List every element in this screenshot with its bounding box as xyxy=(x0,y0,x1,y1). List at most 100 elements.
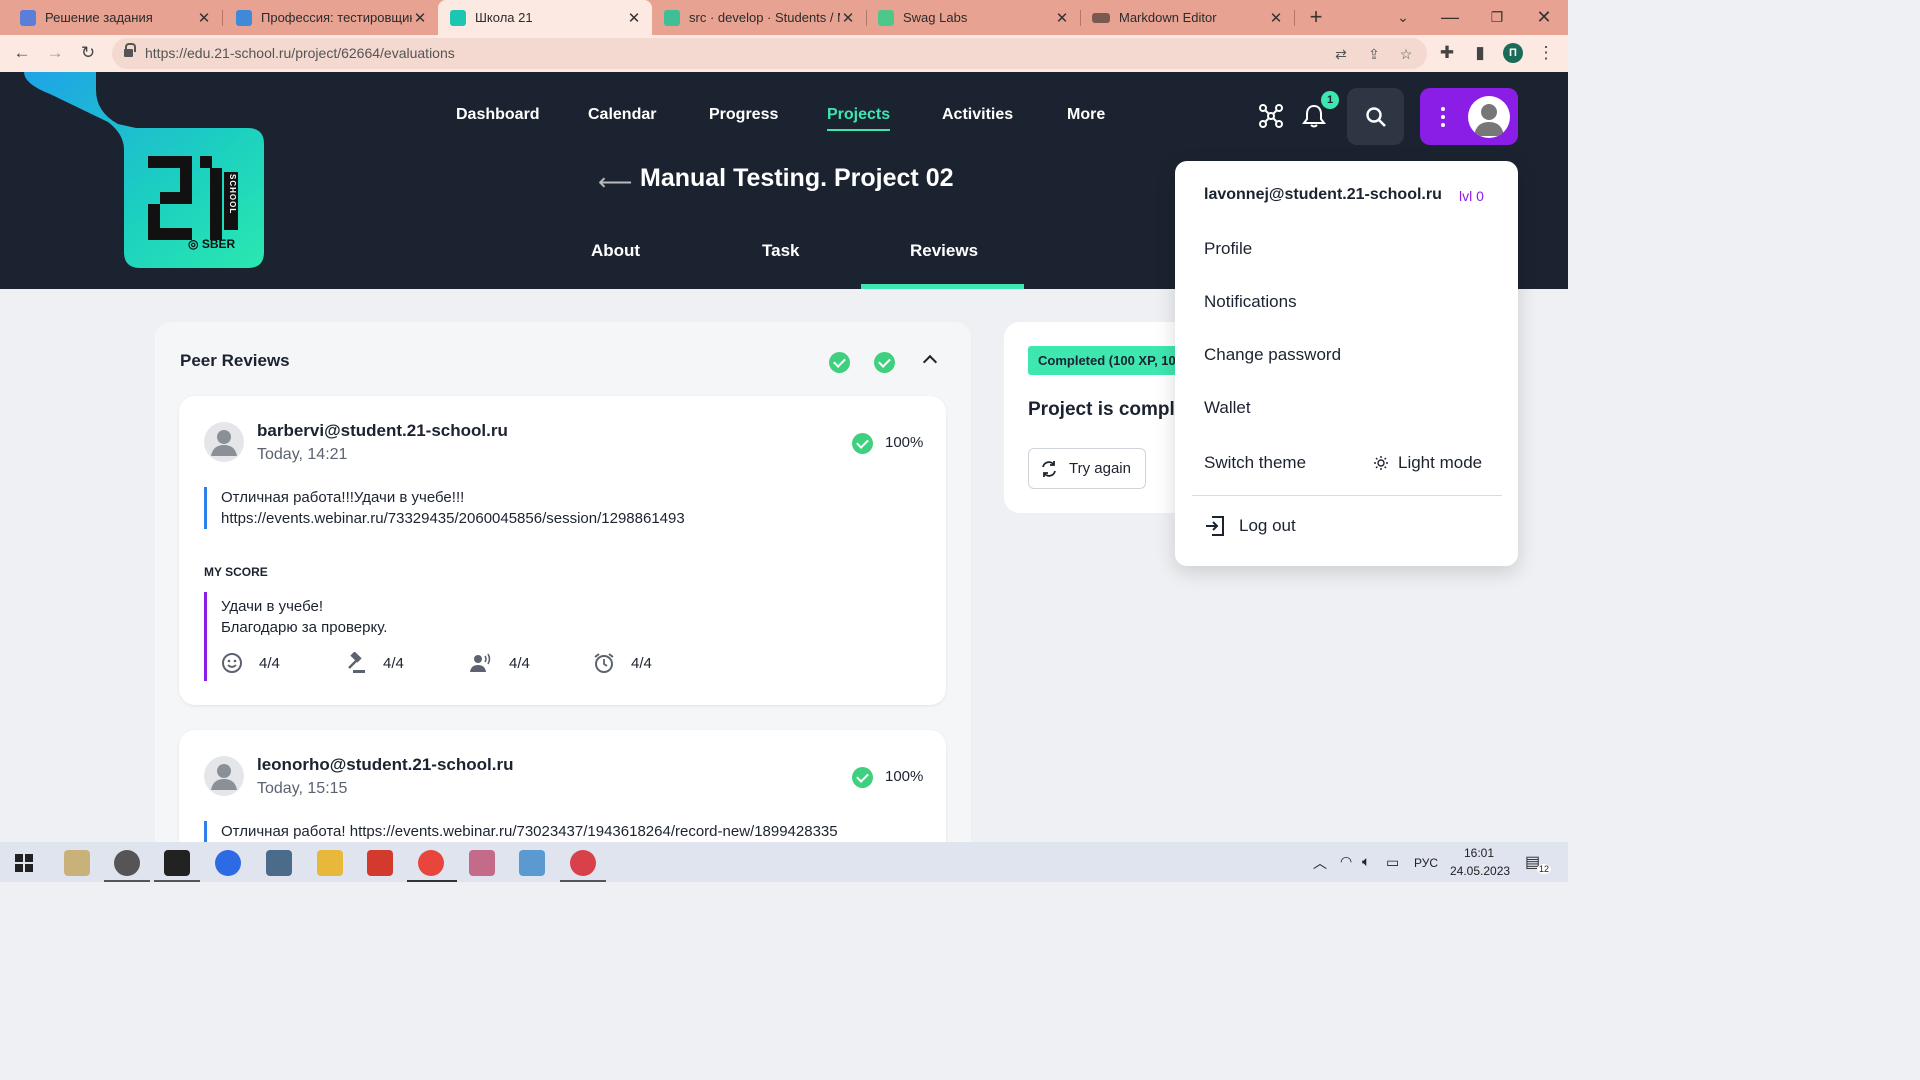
tab-close-icon[interactable]: ✕ xyxy=(196,9,212,27)
review-comment-link[interactable]: https://events.webinar.ru/73329435/20600… xyxy=(221,508,685,529)
tab-close-icon[interactable]: ✕ xyxy=(412,9,428,27)
reviewer-avatar[interactable] xyxy=(204,756,244,796)
close-window-icon[interactable]: ✕ xyxy=(1533,6,1555,28)
logo-school-text: SCHOOL xyxy=(228,174,237,215)
menu-item-notifications[interactable]: Notifications xyxy=(1204,292,1297,312)
browser-tab[interactable]: Профессия: тестировщик ✕ xyxy=(216,0,438,35)
tab-close-icon[interactable]: ✕ xyxy=(626,9,642,27)
tab-close-icon[interactable]: ✕ xyxy=(1054,9,1070,27)
windows-start-icon[interactable] xyxy=(15,854,33,872)
tab-task[interactable]: Task xyxy=(762,241,800,261)
nav-calendar[interactable]: Calendar xyxy=(588,106,656,124)
network-graph-icon[interactable] xyxy=(1258,103,1284,129)
menu-item-change-password[interactable]: Change password xyxy=(1204,345,1341,365)
tab-favicon-icon xyxy=(450,9,466,26)
tab-separator xyxy=(1294,10,1295,26)
tab-close-icon[interactable]: ✕ xyxy=(840,9,856,27)
collapse-chevron-icon[interactable] xyxy=(922,354,938,370)
bookmark-star-icon[interactable]: ☆ xyxy=(1397,45,1415,63)
peer-reviews-title: Peer Reviews xyxy=(180,351,290,370)
address-bar[interactable]: https://edu.21-school.ru/project/62664/e… xyxy=(112,38,1427,69)
reviewer-login[interactable]: barbervi@student.21-school.ru xyxy=(257,421,508,441)
browser-tab[interactable]: src · develop · Students / M ✕ xyxy=(652,0,866,35)
nav-more[interactable]: More xyxy=(1067,106,1105,124)
wps-office-icon[interactable] xyxy=(367,850,393,876)
new-tab-icon[interactable]: + xyxy=(1305,6,1327,28)
completed-badge: Completed (100 XP, 10 xyxy=(1028,346,1186,375)
score-value: 4/4 xyxy=(259,654,280,672)
active-tab-indicator xyxy=(861,284,1024,289)
browser-tab-active[interactable]: Школа 21 ✕ xyxy=(438,0,652,35)
chrome-app-icon[interactable] xyxy=(418,850,444,876)
windows-taskbar: ︿ ◠ 🔈︎ ▭ РУС 16:01 24.05.2023 ▤ 12 xyxy=(0,842,1568,882)
reviewer-login[interactable]: leonorho@student.21-school.ru xyxy=(257,755,513,775)
clock-time[interactable]: 16:01 xyxy=(1464,846,1494,860)
menu-item-profile[interactable]: Profile xyxy=(1204,239,1252,259)
extensions-puzzle-icon[interactable]: ✚ xyxy=(1437,43,1457,63)
nav-activities[interactable]: Activities xyxy=(942,106,1013,124)
keyboard-language[interactable]: РУС xyxy=(1414,856,1438,870)
paint-app-icon[interactable] xyxy=(64,850,90,876)
tab-reviews[interactable]: Reviews xyxy=(910,241,978,261)
menu-user-email: lavonnej@student.21-school.ru xyxy=(1204,186,1442,203)
search-icon xyxy=(1366,107,1386,127)
tab-favicon-icon xyxy=(236,9,252,26)
theme-toggle[interactable]: Light mode xyxy=(1373,453,1482,473)
theme-value: Light mode xyxy=(1398,453,1483,472)
tray-chevron-icon[interactable]: ︿ xyxy=(1313,853,1327,873)
app-icon[interactable] xyxy=(570,850,596,876)
file-explorer-icon[interactable] xyxy=(317,850,343,876)
menu-item-switch-theme[interactable]: Switch theme xyxy=(1204,453,1306,473)
nav-projects[interactable]: Projects xyxy=(827,106,891,131)
nav-progress[interactable]: Progress xyxy=(709,106,778,124)
tab-about[interactable]: About xyxy=(591,241,640,261)
menu-item-wallet[interactable]: Wallet xyxy=(1204,398,1251,418)
terminal-app-icon[interactable] xyxy=(164,850,190,876)
browser-tab[interactable]: Markdown Editor ✕ xyxy=(1080,0,1294,35)
share-icon[interactable]: ⇪ xyxy=(1365,45,1383,63)
user-menu-button[interactable] xyxy=(1420,88,1518,145)
settings-gear-icon[interactable] xyxy=(114,850,140,876)
volume-icon[interactable]: 🔈︎ xyxy=(1362,853,1370,870)
browser-profile-avatar[interactable]: П xyxy=(1503,43,1523,63)
review-comment-line[interactable]: Отличная работа! https://events.webinar.… xyxy=(221,821,838,842)
search-button[interactable] xyxy=(1347,88,1404,145)
browser-menu-icon[interactable]: ⋮ xyxy=(1536,43,1556,63)
zoom-app-icon[interactable] xyxy=(215,850,241,876)
translate-icon[interactable]: ⇄ xyxy=(1332,45,1350,63)
reload-icon[interactable]: ↻ xyxy=(78,43,98,63)
browser-tab[interactable]: Решение задания ✕ xyxy=(0,0,222,35)
battery-icon[interactable]: ▭ xyxy=(1386,854,1399,871)
tab-title: Swag Labs xyxy=(903,10,968,25)
back-icon[interactable]: ← xyxy=(12,43,32,63)
taskbar-active-indicator xyxy=(154,880,200,882)
tab-search-chevron-icon[interactable]: ⌄ xyxy=(1392,6,1414,28)
school-21-logo[interactable]: SCHOOL ◎ SBER xyxy=(20,72,270,272)
avatar-silhouette-icon xyxy=(211,430,237,456)
side-panel-icon[interactable]: ▮ xyxy=(1470,43,1490,63)
calculator-app-icon[interactable] xyxy=(266,850,292,876)
restore-icon[interactable]: ❐ xyxy=(1486,6,1508,28)
minimize-icon[interactable]: — xyxy=(1439,6,1461,28)
try-again-button[interactable]: Try again xyxy=(1028,448,1146,489)
taskbar-active-indicator xyxy=(104,880,150,882)
avatar-silhouette-icon xyxy=(1474,104,1504,136)
back-arrow-icon[interactable]: ⟵ xyxy=(598,168,632,197)
wifi-icon[interactable]: ◠ xyxy=(1340,853,1352,870)
forward-icon[interactable]: → xyxy=(45,43,65,63)
review-comment-line: Отличная работа!!!Удачи в учебе!!! xyxy=(221,489,465,506)
review-card: barbervi@student.21-school.ru Today, 14:… xyxy=(179,396,946,705)
action-center-count: 12 xyxy=(1537,864,1552,874)
tab-close-icon[interactable]: ✕ xyxy=(1268,9,1284,27)
browser-tab[interactable]: Swag Labs ✕ xyxy=(866,0,1080,35)
snipping-tool-icon[interactable] xyxy=(469,850,495,876)
tab-title: Решение задания xyxy=(45,10,153,25)
bell-icon[interactable] xyxy=(1301,103,1327,129)
nav-dashboard[interactable]: Dashboard xyxy=(456,106,540,124)
clock-date[interactable]: 24.05.2023 xyxy=(1450,864,1510,878)
speaking-person-icon xyxy=(470,653,491,672)
review-comment: Отличная работа!!!Удачи в учебе!!! https… xyxy=(204,487,685,529)
menu-item-logout[interactable]: Log out xyxy=(1204,515,1296,537)
reviewer-avatar[interactable] xyxy=(204,422,244,462)
notepad-app-icon[interactable] xyxy=(519,850,545,876)
